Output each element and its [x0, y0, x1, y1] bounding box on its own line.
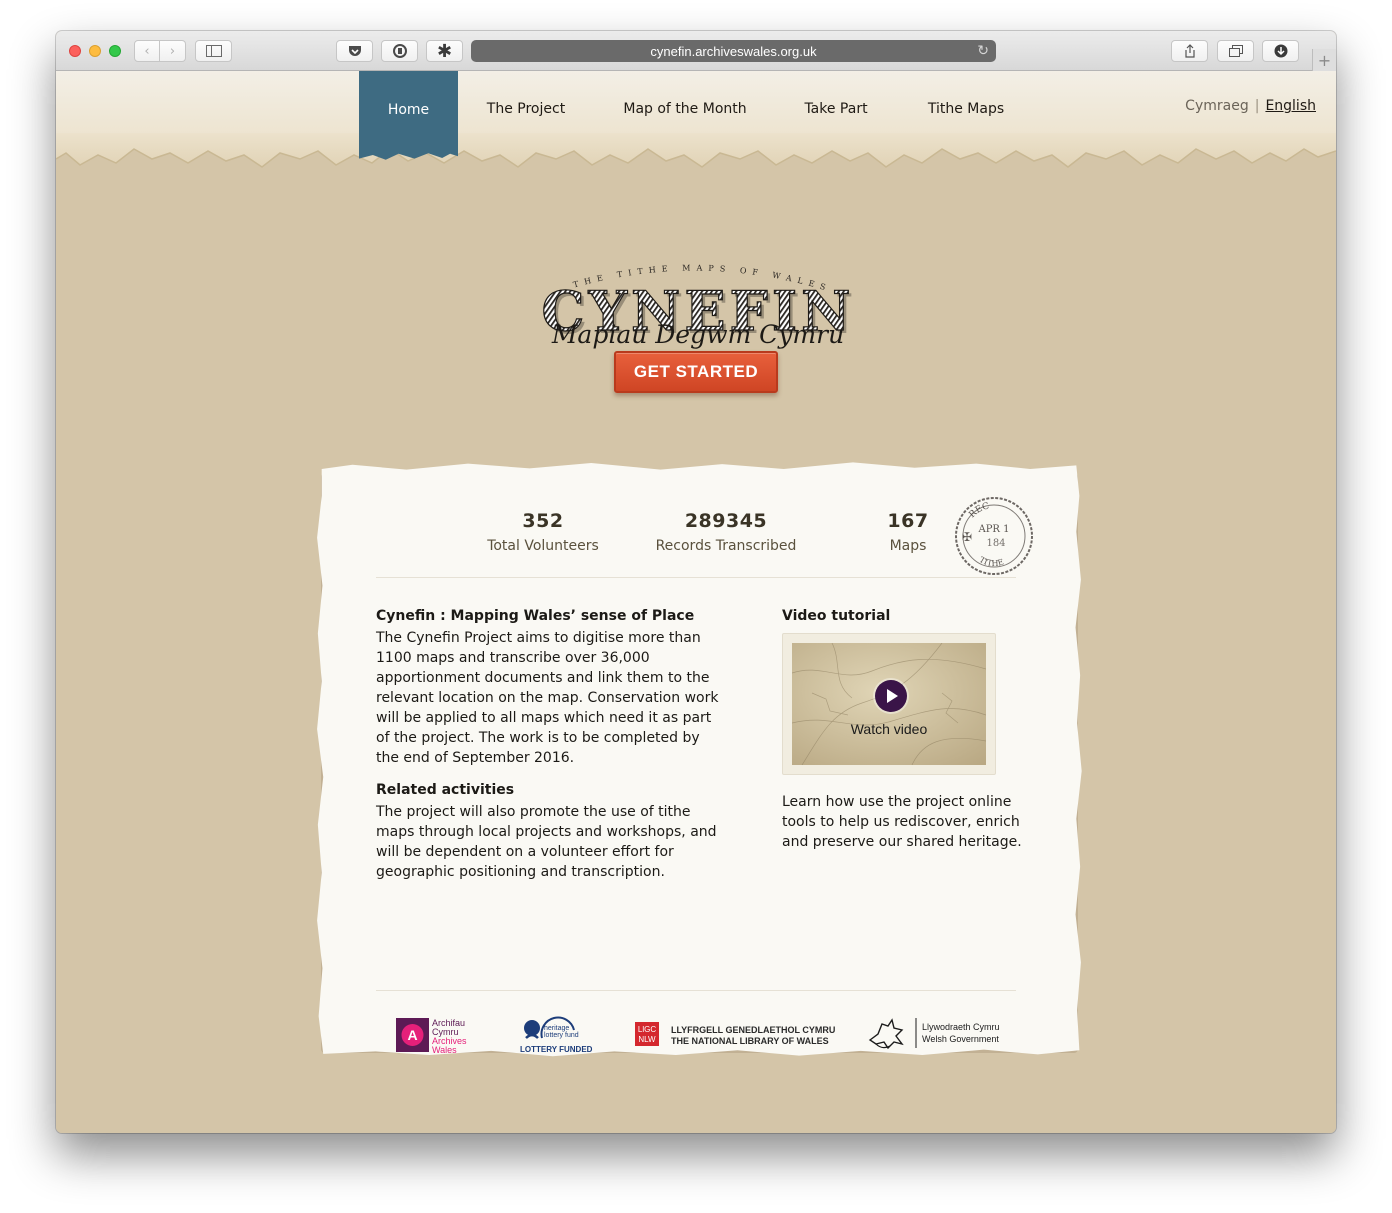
stat-records-label: Records Transcribed — [655, 538, 797, 554]
play-icon[interactable] — [875, 680, 907, 712]
nav-home[interactable]: Home — [359, 71, 458, 149]
stat-maps: 167 Maps — [818, 510, 998, 554]
nav-map-of-the-month-label: Map of the Month — [623, 101, 747, 117]
nav-take-part[interactable]: Take Part — [786, 71, 886, 147]
share-icon[interactable] — [1171, 40, 1208, 62]
nav-map-of-the-month[interactable]: Map of the Month — [608, 71, 762, 147]
divider-top — [376, 577, 1016, 578]
zoom-window-button[interactable] — [109, 45, 121, 57]
nav-tithe-maps[interactable]: Tithe Maps — [913, 71, 1019, 147]
national-library-wales-logo[interactable]: LlGC NLW LLYFRGELL GENEDLAETHOL CYMRU TH… — [635, 1012, 835, 1054]
info-card: REC APR 1 184 TITHE ✠ 352 Total Voluntee… — [317, 462, 1082, 1057]
minimize-window-button[interactable] — [89, 45, 101, 57]
related-body: The project will also promote the use of… — [376, 804, 717, 880]
dragon-icon — [868, 1018, 904, 1050]
browser-toolbar: ‹ › ✱ cynefin.archiveswales.org.uk ↻ + — [56, 31, 1336, 71]
stat-records-value: 289345 — [684, 510, 768, 532]
wg-line-1: Llywodraeth Cymru — [922, 1022, 1000, 1032]
video-player[interactable]: Watch video — [782, 633, 996, 775]
about-column: Cynefin : Mapping Wales’ sense of Place … — [376, 608, 721, 882]
address-bar[interactable]: cynefin.archiveswales.org.uk ↻ — [471, 40, 996, 62]
partner-logos: A Archifau Cymru Archives Wales heritage… — [394, 1012, 1014, 1055]
lang-english-link[interactable]: English — [1265, 98, 1316, 114]
video-thumbnail[interactable]: Watch video — [792, 643, 986, 765]
language-switcher: Cymraeg | English — [1185, 98, 1316, 114]
stat-volunteers: 352 Total Volunteers — [453, 510, 633, 554]
archives-wales-logo[interactable]: A Archifau Cymru Archives Wales — [394, 1012, 484, 1055]
svg-text:TITHE: TITHE — [978, 555, 1005, 568]
nav-the-project-label: The Project — [486, 101, 566, 117]
nav-home-label: Home — [387, 102, 430, 118]
main-nav: Home The Project Map of the Month Take P… — [56, 71, 1336, 149]
sidebar-icon[interactable] — [195, 40, 232, 62]
back-icon[interactable]: ‹ — [134, 40, 160, 62]
lang-cymraeg-link[interactable]: Cymraeg — [1185, 98, 1249, 114]
archives-line-4: Wales — [432, 1045, 457, 1054]
archives-logo-mark: A — [407, 1027, 417, 1043]
related-heading: Related activities — [376, 782, 515, 798]
stat-volunteers-label: Total Volunteers — [487, 538, 599, 554]
stat-maps-value: 167 — [887, 510, 929, 532]
reload-icon[interactable]: ↻ — [977, 42, 989, 59]
about-heading: Cynefin : Mapping Wales’ sense of Place — [376, 608, 695, 624]
new-tab-icon[interactable]: + — [1312, 49, 1336, 71]
stat-maps-label: Maps — [889, 538, 927, 554]
about-body: The Cynefin Project aims to digitise mor… — [376, 630, 719, 766]
nav-take-part-label: Take Part — [804, 101, 868, 117]
stamp-bottom-text: TITHE — [978, 555, 1005, 568]
wg-line-2: Welsh Government — [922, 1034, 999, 1044]
nlw-line-1: LLYFRGELL GENEDLAETHOL CYMRU — [671, 1025, 835, 1035]
asterisk-icon[interactable]: ✱ — [426, 40, 463, 62]
tabs-icon[interactable] — [1217, 40, 1254, 62]
url-text: cynefin.archiveswales.org.uk — [650, 43, 817, 59]
stat-volunteers-value: 352 — [522, 510, 564, 532]
video-description: Learn how use the project online tools t… — [782, 794, 1022, 850]
nlw-line-2: THE NATIONAL LIBRARY OF WALES — [671, 1036, 829, 1046]
heritage-lottery-fund-logo[interactable]: heritage lottery fund LOTTERY FUNDED — [518, 1012, 602, 1054]
forward-icon[interactable]: › — [160, 40, 186, 62]
nav-the-project[interactable]: The Project — [466, 71, 586, 147]
nlw-badge-2: NLW — [638, 1035, 656, 1044]
nlw-badge-1: LlGC — [638, 1025, 656, 1034]
hlf-caption: LOTTERY FUNDED — [520, 1045, 593, 1054]
stats-row: 352 Total Volunteers 289345 Records Tran… — [434, 510, 954, 570]
close-window-button[interactable] — [69, 45, 81, 57]
divider-bottom — [376, 990, 1016, 991]
nav-tithe-maps-label: Tithe Maps — [927, 101, 1005, 117]
video-column: Video tutorial Watch video Learn how use… — [782, 608, 1022, 850]
cynefin-logo: THE TITHE MAPS OF WALES CYNEFIN CYNEFIN … — [541, 263, 854, 349]
download-icon[interactable] — [1262, 40, 1299, 62]
logo-script-text: Mapiau Degwm Cymru — [551, 320, 844, 349]
welsh-government-logo[interactable]: Llywodraeth Cymru Welsh Government — [866, 1012, 1006, 1054]
get-started-button[interactable]: GET STARTED — [614, 351, 778, 393]
get-started-label: GET STARTED — [633, 362, 759, 381]
stat-records: 289345 Records Transcribed — [636, 510, 816, 554]
watch-video-label[interactable]: Watch video — [792, 721, 986, 737]
shield-icon[interactable] — [381, 40, 418, 62]
browser-window: ‹ › ✱ cynefin.archiveswales.org.uk ↻ + H… — [56, 31, 1336, 1133]
pocket-icon[interactable] — [336, 40, 373, 62]
history-buttons: ‹ › — [134, 40, 187, 62]
video-heading: Video tutorial — [782, 608, 891, 624]
hlf-line-2: lottery fund — [544, 1032, 579, 1039]
hlf-line-1: heritage — [544, 1025, 569, 1032]
lang-separator: | — [1254, 98, 1260, 114]
page-viewport: Home The Project Map of the Month Take P… — [56, 71, 1336, 1133]
